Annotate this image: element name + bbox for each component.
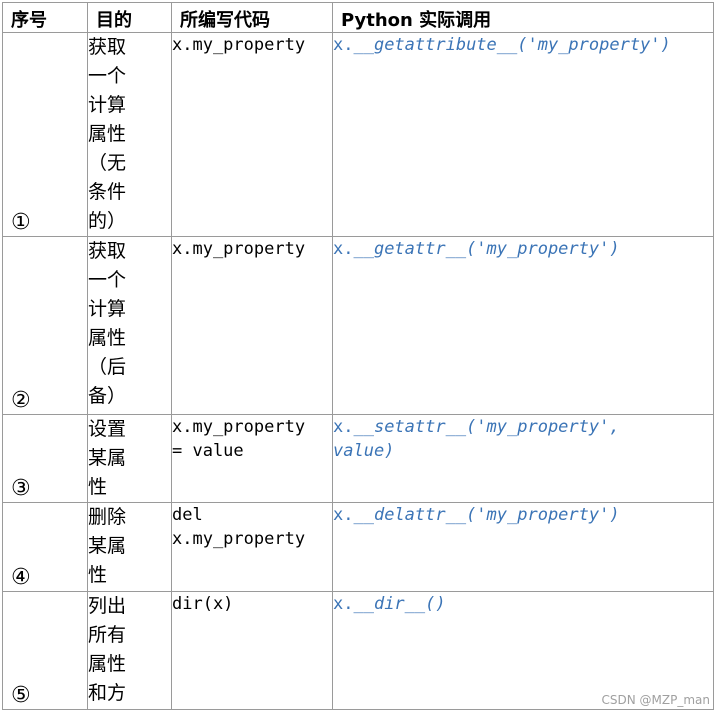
code-cell: del x.my_property — [171, 502, 333, 592]
code-line: x.my_property — [172, 417, 306, 437]
purpose-line: 性 — [88, 476, 108, 498]
purpose-line: 计算 — [88, 298, 127, 320]
purpose-cell: 获取一个计算属性 （后备） — [87, 236, 172, 415]
row-number-label: ② — [11, 388, 31, 413]
python-call-object: x. — [333, 594, 354, 614]
header-row: 序号 目的 所编写代码 Python 实际调用 — [2, 2, 714, 33]
python-call-object: x. — [333, 505, 354, 525]
watermark: CSDN @MZP_man — [601, 693, 711, 707]
purpose-line: 一个 — [88, 269, 127, 291]
python-call-line: value) — [333, 439, 713, 463]
python-call-method: __delattr__('my_property') — [353, 505, 620, 525]
python-call-method: value) — [333, 441, 395, 461]
purpose-cell: 列出 所有 属性 和方 — [87, 591, 172, 710]
code-line: = value — [172, 441, 244, 461]
purpose-line: 和方 — [88, 682, 127, 704]
purpose-line: 性 — [88, 564, 108, 586]
python-call-object: x. — [333, 239, 354, 259]
purpose-line: （无 — [88, 152, 127, 174]
purpose-line: 删除 — [88, 506, 127, 528]
purpose-line: 条件 — [88, 181, 127, 203]
row-number: ④ — [2, 502, 88, 592]
row-number-label: ① — [11, 210, 31, 235]
code-line: dir(x) — [172, 594, 234, 614]
purpose-line: 某属 — [88, 535, 127, 557]
python-call-line: x.__getattribute__('my_property') — [333, 33, 713, 57]
purpose-cell: 获取一个计算属性 （无条件的） — [87, 32, 172, 237]
python-call-method: __getattribute__('my_property') — [353, 35, 671, 55]
purpose-line: 列出 — [88, 595, 127, 617]
purpose-line: 某属 — [88, 447, 127, 469]
row-number: ② — [2, 236, 88, 415]
python-call-line: x.__setattr__('my_property', — [333, 415, 713, 439]
methods-table: 序号 目的 所编写代码 Python 实际调用 ① 获取 一个 计算 属性 （无 条件 的） x… — [2, 2, 714, 710]
python-call-object: x. — [333, 417, 354, 437]
code-line: x.my_property — [172, 529, 306, 549]
purpose-cell: 删除 某属性 — [87, 502, 172, 592]
python-call-line: x.__delattr__('my_property') — [333, 503, 713, 527]
purpose-line: 设置 — [88, 418, 127, 440]
table-row: ② 获取一个计算属性 （后备） x.my_property x.__getattr__(… — [2, 236, 714, 415]
purpose-line: 获取 — [88, 240, 127, 262]
row-number: ⑤ — [2, 591, 88, 710]
python-call-cell: x.__getattribute__('my_property') — [332, 32, 714, 237]
code-cell: x.my_property — [171, 32, 333, 237]
table-row: ⑤ 列出 所有 属性 和方 dir(x) x.__dir__() — [2, 591, 714, 710]
table-row: ③ 设置 某属性 x.my_property = value x.__setattr__(… — [2, 414, 714, 503]
code-line: del — [172, 505, 203, 525]
purpose-line: 属性 — [88, 327, 127, 349]
purpose-line: 所有 — [88, 624, 127, 646]
code-cell: x.my_property — [171, 236, 333, 415]
purpose-line: （后 — [88, 356, 127, 378]
header-purpose: 目的 — [87, 2, 172, 33]
purpose-cell: 设置 某属性 — [87, 414, 172, 503]
code-line: x.my_property — [172, 239, 306, 259]
code-cell: dir(x) — [171, 591, 333, 710]
python-call-line: x.__getattr__('my_property') — [333, 237, 713, 261]
table-row: ④ 删除 某属性 del x.my_property x.__delattr__('my_… — [2, 502, 714, 592]
header-num: 序号 — [2, 2, 88, 33]
purpose-line: 的） — [88, 210, 127, 232]
row-number-label: ③ — [11, 476, 31, 501]
code-cell: x.my_property = value — [171, 414, 333, 503]
purpose-line: 一个 — [88, 65, 127, 87]
purpose-line: 备） — [88, 385, 127, 407]
python-call-cell: x.__getattr__('my_property') — [332, 236, 714, 415]
code-line: x.my_property — [172, 35, 306, 55]
python-call-line: x.__dir__() — [333, 592, 713, 616]
table-row: ① 获取一个计算属性 （无条件的） x.my_property x.__getattri… — [2, 32, 714, 237]
row-number-label: ⑤ — [11, 683, 31, 708]
header-call: Python 实际调用 — [332, 2, 714, 33]
python-call-method: __getattr__('my_property') — [353, 239, 620, 259]
header-code: 所编写代码 — [171, 2, 333, 33]
purpose-line: 属性 — [88, 653, 127, 675]
python-call-object: x. — [333, 35, 354, 55]
row-number: ① — [2, 32, 88, 237]
purpose-line: 获取 — [88, 36, 127, 58]
python-call-cell: x.__setattr__('my_property', value) — [332, 414, 714, 503]
purpose-line: 属性 — [88, 123, 127, 145]
python-call-method: __dir__() — [353, 594, 446, 614]
python-call-cell: x.__dir__() — [332, 591, 714, 710]
purpose-line: 计算 — [88, 94, 127, 116]
row-number: ③ — [2, 414, 88, 503]
python-call-method: __setattr__('my_property', — [353, 417, 620, 437]
row-number-label: ④ — [11, 565, 31, 590]
python-call-cell: x.__delattr__('my_property') — [332, 502, 714, 592]
